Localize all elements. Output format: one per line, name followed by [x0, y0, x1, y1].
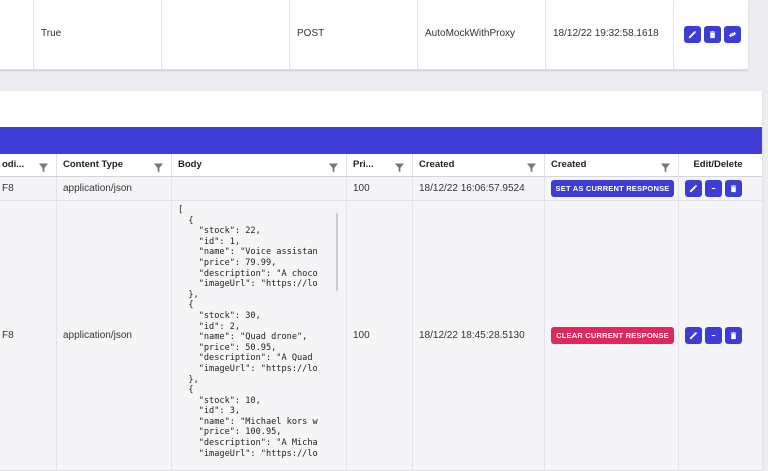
cell-priority: 100 — [347, 201, 413, 470]
minus-icon — [711, 334, 716, 337]
top-cell-enabled: True — [34, 0, 162, 68]
collapse-button[interactable] — [705, 180, 722, 197]
header-created: Created — [413, 154, 545, 176]
delete-icon — [730, 185, 737, 193]
delete-button[interactable] — [704, 26, 721, 43]
delete-icon — [709, 31, 716, 39]
responses-card: odi... Content Type Body Pri... Created … — [0, 91, 762, 471]
body-scrollbar[interactable] — [336, 213, 338, 291]
delete-button[interactable] — [725, 180, 742, 197]
cell-content-type: application/json — [57, 177, 172, 200]
top-cell-created: 18/12/22 19:32:58.1618 — [546, 0, 674, 68]
header-current-response: Created — [545, 154, 679, 176]
cell-current-response: CLEAR CURRENT RESPONSE — [545, 201, 679, 470]
filter-icon[interactable] — [527, 160, 536, 173]
cell-encoding: F8 — [0, 177, 57, 200]
body-json-viewer[interactable]: [ { "stock": 22, "id": 1, "name": "Voice… — [178, 205, 338, 461]
top-cell-mode: AutoMockWithProxy — [418, 0, 546, 68]
swap-button[interactable] — [724, 26, 741, 43]
clear-current-response-button[interactable]: CLEAR CURRENT RESPONSE — [551, 327, 674, 344]
edit-button[interactable] — [684, 26, 701, 43]
minus-icon — [711, 187, 716, 190]
responses-table-header: odi... Content Type Body Pri... Created … — [0, 154, 762, 177]
edit-button[interactable] — [685, 327, 702, 344]
set-current-response-button[interactable]: SET AS CURRENT RESPONSE — [551, 180, 674, 197]
header-content-type: Content Type — [57, 154, 172, 176]
cell-content-type: application/json — [57, 201, 172, 470]
table-row: F8 application/json [ { "stock": 22, "id… — [0, 201, 762, 471]
header-edit-delete: Edit/Delete — [693, 159, 743, 170]
header-body: Body — [172, 154, 347, 176]
row-actions — [685, 180, 742, 197]
top-table-card: True POST AutoMockWithProxy 18/12/22 19:… — [0, 0, 748, 70]
filter-icon[interactable] — [661, 160, 670, 173]
filter-icon[interactable] — [39, 160, 48, 173]
cell-current-response: SET AS CURRENT RESPONSE — [545, 177, 679, 200]
row-actions — [685, 327, 742, 344]
body-json-text: [ { "stock": 22, "id": 1, "name": "Voice… — [178, 205, 318, 459]
filter-icon[interactable] — [395, 160, 404, 173]
filter-icon[interactable] — [329, 160, 338, 173]
header-encoding: odi... — [0, 154, 57, 176]
cell-created: 18/12/22 16:06:57.9524 — [413, 177, 545, 200]
top-row-actions — [684, 26, 741, 43]
cell-body: [ { "stock": 22, "id": 1, "name": "Voice… — [172, 201, 347, 470]
cell-edit-delete — [679, 177, 749, 200]
cell-edit-delete — [679, 201, 749, 470]
pencil-icon — [689, 184, 698, 193]
top-cell-0 — [0, 0, 34, 68]
filter-icon[interactable] — [154, 160, 163, 173]
swap-icon — [728, 31, 737, 38]
table-row: F8 application/json 100 18/12/22 16:06:5… — [0, 177, 762, 201]
collapse-button[interactable] — [705, 327, 722, 344]
cell-body — [172, 177, 347, 200]
pencil-icon — [688, 30, 697, 39]
delete-button[interactable] — [725, 327, 742, 344]
cell-created: 18/12/22 18:45:28.5130 — [413, 201, 545, 470]
top-cell-method: POST — [290, 0, 418, 68]
pencil-icon — [689, 331, 698, 340]
cell-priority: 100 — [347, 177, 413, 200]
edit-button[interactable] — [685, 180, 702, 197]
delete-icon — [730, 332, 737, 340]
responses-toolbar — [0, 127, 762, 154]
cell-encoding: F8 — [0, 201, 57, 470]
top-cell-2 — [162, 0, 290, 68]
header-priority: Pri... — [347, 154, 413, 176]
